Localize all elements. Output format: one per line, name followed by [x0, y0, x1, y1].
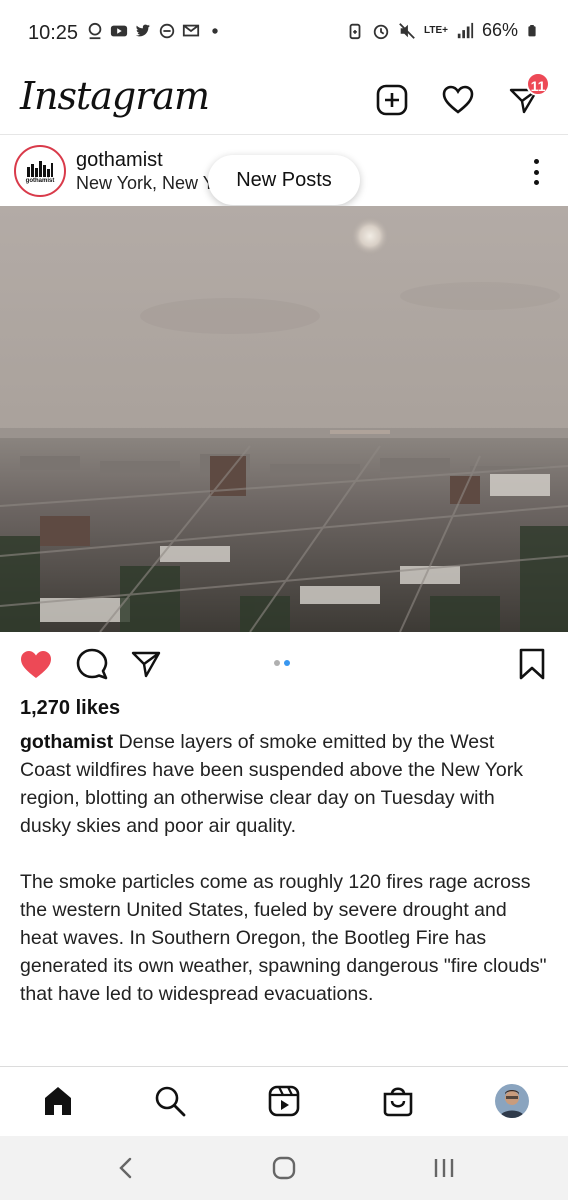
bookmark-icon [519, 648, 545, 680]
system-navigation [0, 1136, 568, 1200]
alarm-icon [373, 24, 389, 39]
status-left-icons [86, 22, 224, 40]
status-time: 10:25 [28, 22, 79, 44]
more-options-button[interactable] [522, 155, 550, 189]
plus-square-icon [376, 84, 408, 116]
smoky-city-image [0, 206, 568, 632]
more-dot [533, 159, 539, 164]
likes-count[interactable]: 1,270 likes [20, 697, 120, 720]
app-header: Instagram 11 [0, 70, 568, 135]
heart-filled-icon [21, 651, 51, 678]
comment-button[interactable] [74, 646, 110, 682]
save-button[interactable] [514, 646, 550, 682]
like-button[interactable] [18, 646, 54, 682]
system-back-button[interactable] [108, 1152, 144, 1184]
caption-paragraph-2: The smoke particles come as roughly 120 … [20, 871, 547, 1005]
share-button[interactable] [128, 646, 164, 682]
signal-icon [457, 22, 474, 38]
home-circle-icon [272, 1156, 296, 1180]
activity-button[interactable] [438, 80, 478, 120]
home-tab[interactable] [38, 1081, 78, 1121]
caption-paragraph-1: gothamist Dense layers of smoke emitted … [20, 728, 550, 840]
send-icon [131, 651, 161, 678]
more-dot [533, 169, 539, 175]
twitter-icon [135, 24, 151, 37]
system-recents-button[interactable] [426, 1152, 462, 1184]
direct-messages-button[interactable]: 11 [504, 72, 550, 120]
dot-icon [212, 28, 218, 34]
carousel-dot [274, 660, 280, 666]
post-avatar[interactable]: gothamist [14, 145, 66, 197]
caption-username[interactable]: gothamist [20, 731, 113, 753]
battery-percent: 66% [481, 20, 518, 40]
back-icon [119, 1157, 132, 1179]
post-username[interactable]: gothamist [76, 149, 163, 172]
avatar-wordmark: gothamist [25, 177, 55, 184]
comment-icon [76, 648, 108, 680]
system-home-button[interactable] [266, 1152, 302, 1184]
post-location[interactable]: New York, New York [76, 173, 226, 194]
instagram-logo[interactable]: Instagram [20, 74, 210, 118]
network-label: LTE+ [423, 25, 448, 36]
post-actions [0, 640, 568, 688]
battery-icon [528, 24, 536, 36]
search-icon [155, 1086, 186, 1117]
minus-circle-icon [159, 23, 175, 39]
profile-avatar [495, 1084, 529, 1118]
more-dot [533, 180, 539, 185]
battery-saver-icon [349, 23, 361, 39]
notification-badge: 11 [526, 72, 550, 96]
new-post-button[interactable] [372, 80, 412, 120]
shop-tab[interactable] [378, 1081, 418, 1121]
post-photo[interactable] [0, 206, 568, 632]
profile-tab[interactable] [492, 1081, 532, 1121]
carousel-dot-active [284, 660, 290, 666]
post-header: gothamist gothamist New York, New York N… [0, 135, 568, 207]
home-icon [45, 1087, 71, 1115]
carousel-indicator [274, 660, 290, 666]
search-tab[interactable] [150, 1081, 190, 1121]
notification-icon [88, 22, 102, 40]
status-right: LTE+ 66% [346, 20, 538, 41]
reels-icon [268, 1085, 300, 1117]
city-skyline-icon [27, 160, 53, 177]
bottom-navigation [0, 1066, 568, 1137]
reels-tab[interactable] [264, 1081, 304, 1121]
youtube-icon [110, 25, 128, 37]
message-icon [182, 24, 200, 37]
heart-icon [442, 85, 474, 114]
status-bar: 10:25 LTE+ 66% [0, 0, 568, 70]
mute-icon [399, 22, 415, 39]
recents-icon [434, 1159, 454, 1177]
shop-icon [383, 1087, 413, 1117]
post-caption: gothamist Dense layers of smoke emitted … [20, 728, 550, 1036]
new-posts-pill[interactable]: New Posts [208, 155, 360, 205]
